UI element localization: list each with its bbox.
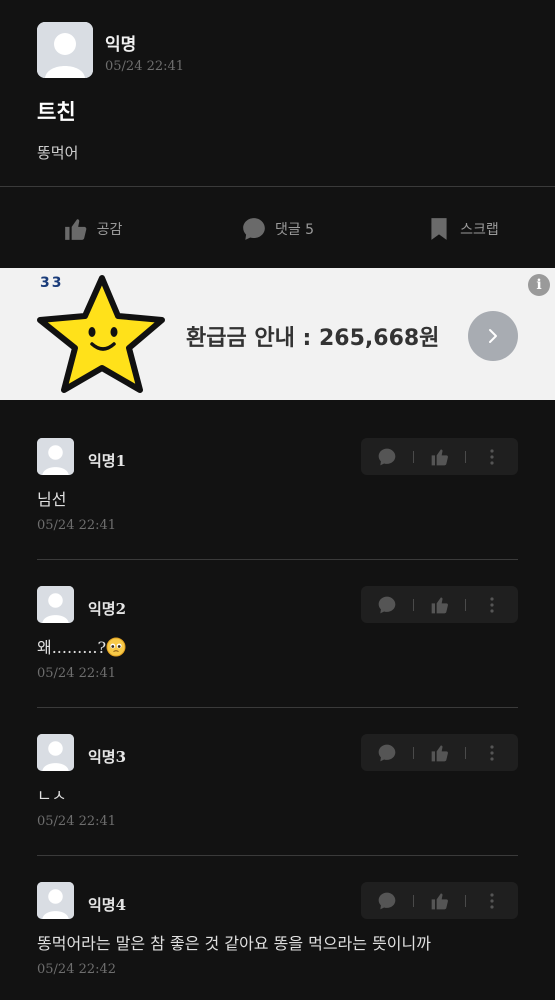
avatar <box>37 734 74 771</box>
scrap-button[interactable]: 스크랩 <box>370 200 555 258</box>
thumbs-up-icon <box>64 219 86 240</box>
reply-button[interactable] <box>361 586 413 623</box>
more-options-button[interactable] <box>466 438 518 475</box>
comment-action-bar <box>361 882 518 919</box>
thumbs-up-icon <box>431 745 448 761</box>
comment-text: 왜.........? <box>37 638 107 657</box>
comment-time: 05/24 22:41 <box>37 518 117 533</box>
reply-button[interactable] <box>361 882 413 919</box>
more-vertical-icon <box>490 744 494 761</box>
thumbs-up-icon <box>431 893 448 909</box>
more-options-button[interactable] <box>466 734 518 771</box>
divider <box>37 559 518 560</box>
comment-button[interactable]: 댓글 5 <box>185 200 370 258</box>
reply-button[interactable] <box>361 438 413 475</box>
post-body: 똥먹어 <box>37 144 79 162</box>
avatar <box>37 586 74 623</box>
divider <box>37 855 518 856</box>
ad-banner[interactable]: 33 환급금 안내 : 265,668원 i <box>0 268 555 400</box>
post-time: 05/24 22:41 <box>105 59 185 74</box>
scrap-label: 스크랩 <box>460 222 499 238</box>
default-avatar-icon <box>37 586 74 623</box>
comment-like-button[interactable] <box>414 882 466 919</box>
reply-button[interactable] <box>361 734 413 771</box>
post-action-bar: 공감 댓글 5 스크랩 <box>0 200 555 258</box>
comment-text: 님선 <box>37 490 67 509</box>
comment-text-row: 왜.........? <box>37 634 126 658</box>
thumbs-up-icon <box>431 449 448 465</box>
post-header: 익명 05/24 22:41 <box>37 22 517 82</box>
comment-like-button[interactable] <box>414 586 466 623</box>
comment-time: 05/24 22:41 <box>37 666 117 681</box>
more-vertical-icon <box>490 448 494 465</box>
bookmark-icon <box>431 218 447 240</box>
speech-bubble-icon <box>378 448 396 465</box>
comment-author: 익명4 <box>88 896 127 914</box>
avatar <box>37 882 74 919</box>
speech-bubble-icon <box>378 892 396 909</box>
avatar <box>37 22 93 78</box>
post-title: 트친 <box>37 100 76 124</box>
default-avatar-icon <box>37 22 93 78</box>
default-avatar-icon <box>37 882 74 919</box>
more-vertical-icon <box>490 596 494 613</box>
pleading-face-icon <box>106 637 126 657</box>
comment-author: 익명3 <box>88 748 127 766</box>
comment-action-bar <box>361 438 518 475</box>
more-vertical-icon <box>490 892 494 909</box>
comment-time: 05/24 22:41 <box>37 814 117 829</box>
like-label: 공감 <box>96 222 123 238</box>
more-options-button[interactable] <box>466 882 518 919</box>
ad-info-icon[interactable]: i <box>528 274 550 296</box>
comment-count-label: 댓글 5 <box>274 222 315 238</box>
chevron-right-icon <box>489 329 497 343</box>
default-avatar-icon <box>37 438 74 475</box>
thumbs-up-icon <box>431 597 448 613</box>
divider <box>37 707 518 708</box>
comment-author: 익명2 <box>88 600 127 618</box>
comment-time: 05/24 22:42 <box>37 962 117 977</box>
comment-action-bar <box>361 734 518 771</box>
like-button[interactable]: 공감 <box>0 200 185 258</box>
ad-text: 환급금 안내 : 265,668원 <box>186 326 440 351</box>
comment-like-button[interactable] <box>414 438 466 475</box>
divider <box>0 186 555 187</box>
comment-text: 똥먹어라는 말은 참 좋은 것 같아요 똥을 먹으라는 뜻이니까 <box>37 934 431 953</box>
comment-text: ㄴㅅ <box>37 786 67 805</box>
more-options-button[interactable] <box>466 586 518 623</box>
speech-bubble-icon <box>243 218 265 240</box>
comment-author: 익명1 <box>88 452 127 470</box>
ad-arrow-button[interactable] <box>468 311 518 361</box>
speech-bubble-icon <box>378 596 396 613</box>
comment-action-bar <box>361 586 518 623</box>
post-author: 익명 <box>105 35 137 55</box>
comment-like-button[interactable] <box>414 734 466 771</box>
default-avatar-icon <box>37 734 74 771</box>
speech-bubble-icon <box>378 744 396 761</box>
avatar <box>37 438 74 475</box>
ad-logo: 33 <box>40 275 64 291</box>
